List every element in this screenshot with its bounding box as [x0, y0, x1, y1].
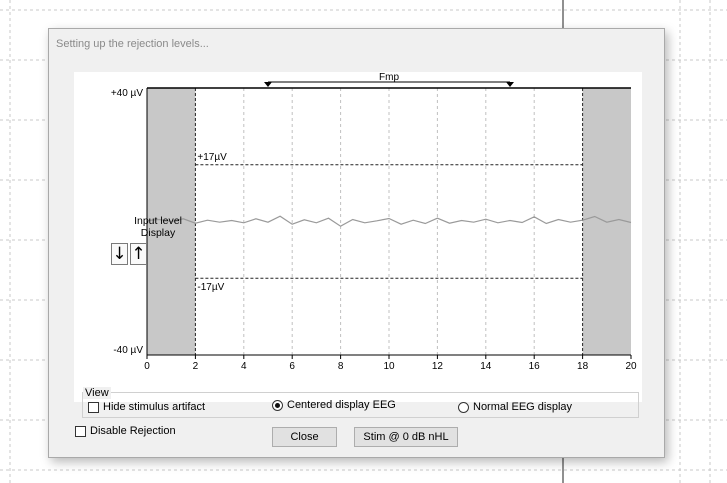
x-tick-label: 14 [480, 361, 492, 372]
x-tick-label: 10 [383, 361, 395, 372]
x-tick-label: 2 [193, 361, 199, 372]
disable-rejection-label: Disable Rejection [90, 425, 176, 437]
disable-rejection-option[interactable]: Disable Rejection [75, 425, 176, 437]
level-up-button[interactable]: ↑ [130, 243, 147, 265]
shaded-region-1 [582, 88, 631, 355]
upper-reject-label: +17µV [197, 152, 227, 163]
x-tick-label: 6 [289, 361, 295, 372]
centered-display-label: Centered display EEG [287, 399, 396, 411]
close-button[interactable]: Close [272, 427, 337, 447]
fmp-start-marker [264, 82, 272, 87]
centered-display-option[interactable]: Centered display EEG [272, 399, 396, 411]
disable-rejection-checkbox[interactable] [75, 425, 86, 437]
input-level-label: Input level Display [134, 215, 182, 239]
lower-reject-label: -17µV [197, 282, 224, 293]
normal-display-option[interactable]: Normal EEG display [458, 401, 572, 413]
centered-display-radio[interactable] [272, 399, 283, 411]
dialog-title: Setting up the rejection levels... [56, 38, 209, 50]
x-tick-label: 0 [144, 361, 150, 372]
y-bottom-label: -40 µV [113, 345, 143, 356]
x-tick-label: 16 [529, 361, 541, 372]
fmp-end-marker [506, 82, 514, 87]
x-tick-label: 8 [338, 361, 344, 372]
level-down-button[interactable]: ↓ [111, 243, 128, 265]
y-top-label: +40 µV [111, 88, 144, 99]
x-tick-label: 18 [577, 361, 589, 372]
x-tick-label: 20 [625, 361, 637, 372]
view-group-label: View [83, 387, 111, 399]
rejection-levels-dialog: Setting up the rejection levels... +17µV… [48, 28, 665, 458]
hide-artifact-checkbox[interactable] [88, 401, 99, 413]
hide-artifact-label: Hide stimulus artifact [103, 401, 206, 413]
x-tick-label: 4 [241, 361, 247, 372]
normal-display-label: Normal EEG display [473, 401, 573, 413]
x-tick-label: 12 [432, 361, 444, 372]
normal-display-radio[interactable] [458, 401, 469, 413]
fmp-label: Fmp [379, 72, 399, 83]
stim-button[interactable]: Stim @ 0 dB nHL [354, 427, 458, 447]
hide-artifact-option[interactable]: Hide stimulus artifact [88, 401, 205, 413]
